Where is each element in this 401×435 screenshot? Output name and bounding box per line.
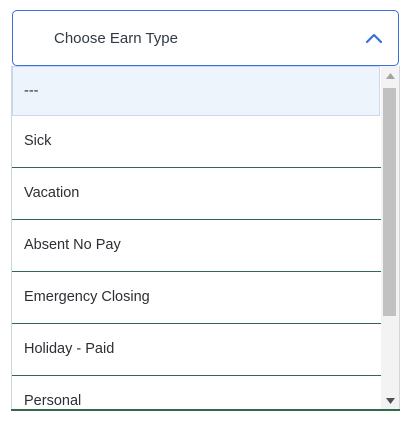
vertical-scrollbar[interactable] [381, 66, 399, 410]
option-blank[interactable]: --- [12, 66, 380, 116]
scroll-up-arrow-icon[interactable] [381, 68, 399, 84]
dropdown-placeholder: Choose Earn Type [54, 29, 178, 47]
earn-type-dropdown-trigger[interactable]: Choose Earn Type [12, 10, 399, 66]
panel-bottom-divider [11, 409, 400, 411]
option-holiday-paid[interactable]: Holiday - Paid [12, 324, 382, 376]
dropdown-options-panel: --- Sick Vacation Absent No Pay Emergenc… [11, 66, 400, 411]
option-personal[interactable]: Personal [12, 376, 382, 410]
scrollbar-thumb[interactable] [383, 88, 396, 316]
options-list: --- Sick Vacation Absent No Pay Emergenc… [12, 66, 382, 410]
option-sick[interactable]: Sick [12, 116, 382, 168]
option-vacation[interactable]: Vacation [12, 168, 382, 220]
option-emergency-closing[interactable]: Emergency Closing [12, 272, 382, 324]
scroll-down-arrow-icon[interactable] [381, 393, 399, 409]
earn-type-select: Choose Earn Type --- Sick Vacation Absen… [0, 0, 401, 435]
option-absent-no-pay[interactable]: Absent No Pay [12, 220, 382, 272]
chevron-up-icon[interactable] [364, 31, 384, 45]
